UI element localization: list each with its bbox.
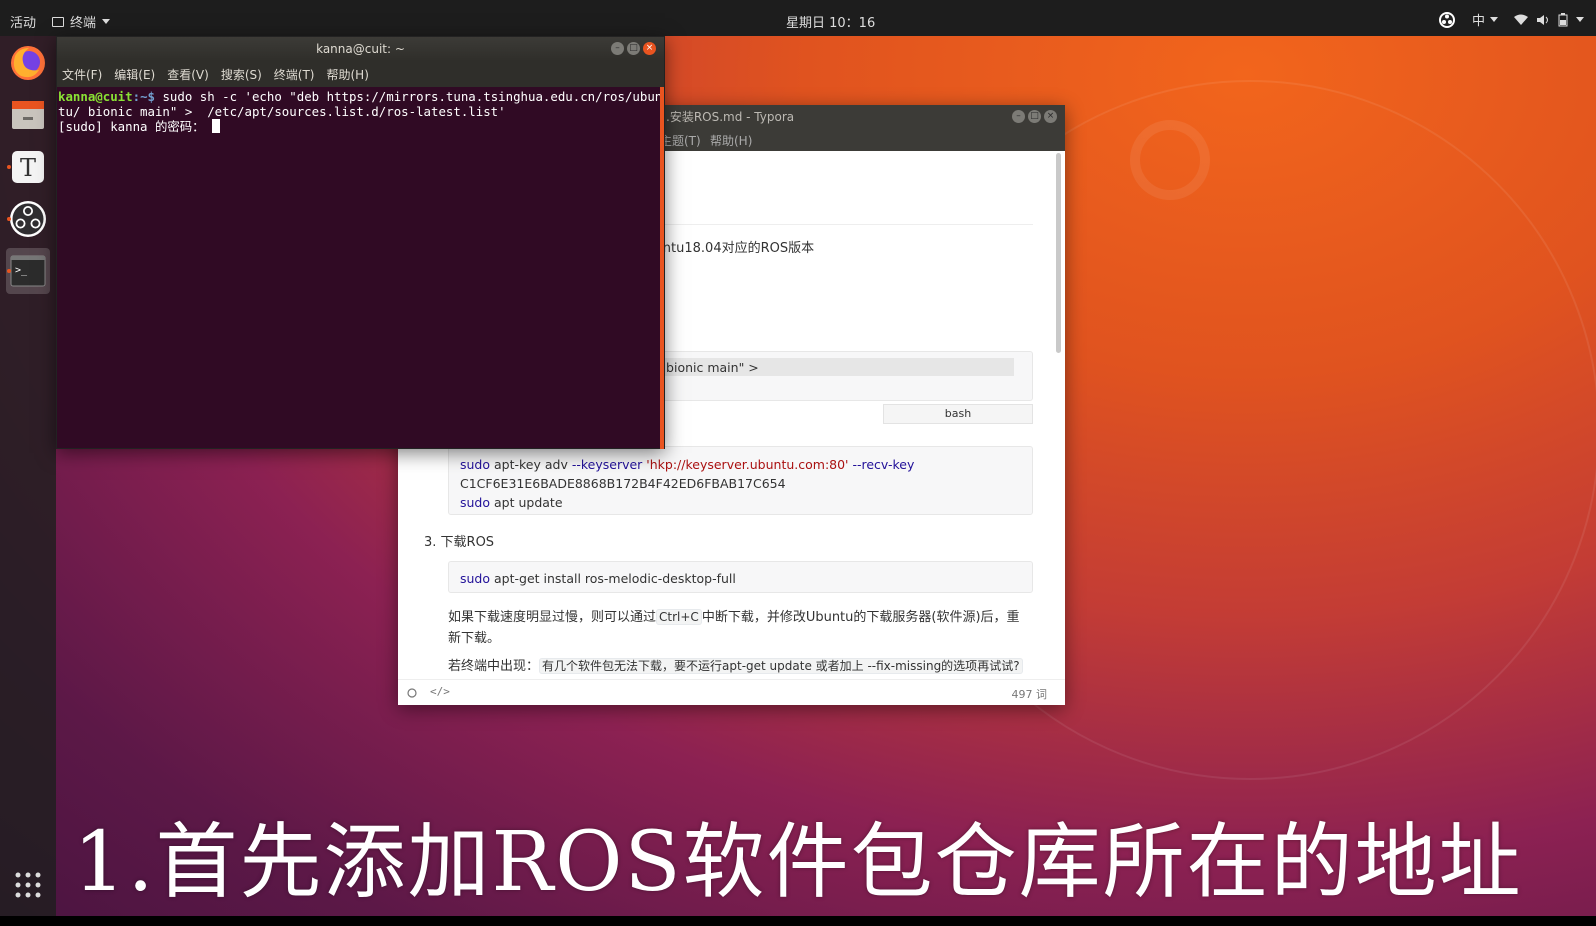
prompt-path: :~$ (132, 89, 155, 104)
typora-scrollbar[interactable] (1056, 153, 1061, 353)
word-count[interactable]: 497 词 (1012, 686, 1048, 702)
volume-icon (1537, 14, 1548, 25)
paragraph: 若终端中出现： 有几个软件包无法下载，要不运行apt-get update 或者加… (448, 655, 1048, 674)
typora-statusbar: </> 497 词 (398, 679, 1065, 705)
obs-tray-icon[interactable] (1438, 11, 1456, 29)
code-block-apt-key[interactable]: sudo apt-key adv --keyserver 'hkp://keys… (448, 446, 1033, 515)
paragraph: 如果下载速度明显过慢，则可以通过 Ctrl+C 中断下载，并修改Ubuntu的下载服… (448, 609, 1020, 646)
chevron-down-icon (1490, 17, 1498, 22)
desktop: 活动 终端 星期日 10：16 中 T >_ .安装ROS.md - Typor… (0, 0, 1596, 926)
list-item-step3: 3. 下载ROS (424, 535, 495, 550)
svg-text:>_: >_ (15, 265, 28, 276)
input-method-menu[interactable]: 中 (1472, 10, 1498, 29)
dock-obs[interactable] (6, 196, 50, 242)
terminal-titlebar[interactable]: kanna@cuit: ~ – □ × (57, 37, 664, 61)
terminal-title: kanna@cuit: ~ (316, 42, 405, 56)
terminal-scrollbar[interactable] (660, 87, 664, 449)
code-line: sudo apt update (460, 495, 563, 510)
window-controls: – □ × (611, 42, 656, 55)
typora-title: .安装ROS.md - Typora (666, 110, 795, 124)
terminal-window[interactable]: kanna@cuit: ~ – □ × 文件(F) 编辑(E) 查看(V) 搜索… (56, 36, 665, 449)
menu-help[interactable]: 帮助(H) (710, 132, 752, 149)
minimize-button[interactable]: – (611, 42, 624, 55)
dock-files[interactable] (6, 92, 50, 138)
firefox-icon (11, 46, 45, 80)
window-controls: – □ × (1012, 110, 1057, 123)
clock[interactable]: 星期日 10：16 (786, 12, 875, 31)
code-language-tag[interactable]: bash (883, 404, 1033, 424)
obs-icon (10, 201, 46, 237)
status-menu[interactable] (1514, 12, 1584, 27)
text-cursor (212, 119, 220, 133)
terminal-small-icon (52, 16, 64, 27)
running-indicator (7, 165, 11, 169)
activities-button[interactable]: 活动 (10, 12, 36, 31)
chevron-down-icon (102, 19, 111, 24)
sudo-prompt: [sudo] kanna 的密码： (58, 119, 212, 134)
menu-file[interactable]: 文件(F) (62, 66, 102, 83)
system-tray: 中 (1438, 10, 1584, 29)
letterbox-bar (0, 916, 1596, 926)
inline-code: 有几个软件包无法下载，要不运行apt-get update 或者加上 --fix… (539, 658, 1023, 674)
files-icon (12, 101, 44, 129)
running-indicator (7, 217, 11, 221)
menu-edit[interactable]: 编辑(E) (114, 66, 155, 83)
menu-search[interactable]: 搜索(S) (221, 66, 262, 83)
dock-terminal[interactable]: >_ (6, 248, 50, 294)
video-subtitle: 1.首先添加ROS软件包仓库所在的地址 (73, 815, 1523, 910)
maximize-button[interactable]: □ (1028, 110, 1041, 123)
close-button[interactable]: × (1044, 110, 1057, 123)
chevron-down-icon (1576, 17, 1584, 22)
app-menu-label: 终端 (70, 16, 97, 31)
typora-icon: T (12, 151, 44, 183)
dock-firefox[interactable] (6, 40, 50, 86)
terminal-icon: >_ (10, 255, 46, 287)
minimize-button[interactable]: – (1012, 110, 1025, 123)
running-indicator (7, 269, 11, 273)
inline-code: Ctrl+C (656, 609, 702, 625)
menu-view[interactable]: 查看(V) (167, 66, 209, 83)
dock-typora[interactable]: T (6, 144, 50, 190)
battery-icon (1558, 12, 1568, 26)
svg-text:T: T (20, 154, 36, 182)
wifi-icon (1514, 14, 1528, 25)
maximize-button[interactable]: □ (627, 42, 640, 55)
close-button[interactable]: × (643, 42, 656, 55)
code-block-install[interactable]: sudo apt-get install ros-melodic-desktop… (448, 561, 1033, 593)
input-method-label: 中 (1471, 14, 1485, 29)
menu-help[interactable]: 帮助(H) (327, 66, 369, 83)
terminal-output[interactable]: kanna@cuit:~$ sudo sh -c 'echo "deb http… (57, 87, 664, 136)
code-line: sudo apt-key adv --keyserver 'hkp://keys… (460, 457, 915, 472)
prompt-user: kanna@cuit (58, 89, 133, 104)
top-bar: 活动 终端 星期日 10：16 中 (0, 0, 1596, 36)
app-menu[interactable]: 终端 (52, 12, 111, 31)
menu-terminal[interactable]: 终端(T) (274, 66, 315, 83)
menu-theme[interactable]: 主题(T) (660, 132, 701, 149)
source-mode-icon[interactable]: </> (430, 685, 450, 698)
dock: T >_ (0, 36, 56, 916)
code-line: sudo apt-get install ros-melodic-desktop… (460, 571, 736, 586)
outline-toggle-icon[interactable] (406, 687, 418, 699)
code-line: C1CF6E31E6BADE8868B172B4F42ED6FBAB17C654 (460, 476, 786, 491)
terminal-menubar: 文件(F) 编辑(E) 查看(V) 搜索(S) 终端(T) 帮助(H) (57, 61, 664, 87)
